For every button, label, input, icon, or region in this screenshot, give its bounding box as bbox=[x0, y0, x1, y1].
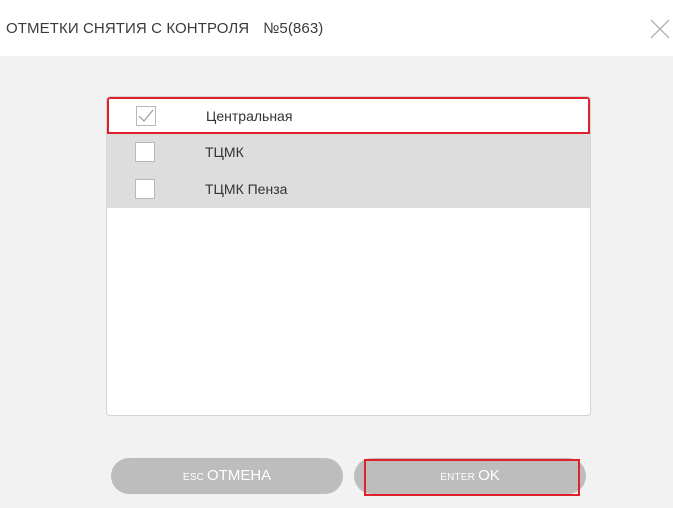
checkbox-checked[interactable] bbox=[136, 106, 156, 126]
list-item-label: ТЦМК Пенза bbox=[205, 181, 288, 197]
station-list: Центральная ТЦМК ТЦМК Пенза bbox=[106, 96, 591, 416]
list-item-label: ТЦМК bbox=[205, 144, 244, 160]
list-item-label: Центральная bbox=[206, 108, 293, 124]
list-item-0[interactable]: Центральная bbox=[107, 97, 590, 134]
ok-button-label: OK bbox=[478, 467, 500, 484]
ok-shortcut-key: ENTER bbox=[440, 472, 476, 483]
checkmark-icon bbox=[138, 109, 154, 122]
close-icon[interactable] bbox=[649, 18, 671, 40]
cancel-shortcut-key: ESC bbox=[182, 472, 204, 483]
dialog-title-text: ОТМЕТКИ СНЯТИЯ С КОНТРОЛЯ bbox=[6, 20, 250, 37]
list-item-1[interactable]: ТЦМК bbox=[107, 134, 590, 171]
cancel-button-label: ОТМЕНА bbox=[207, 467, 272, 484]
cancel-button[interactable]: ESC ОТМЕНА bbox=[111, 458, 343, 494]
checkbox[interactable] bbox=[135, 179, 155, 199]
checkbox[interactable] bbox=[135, 142, 155, 162]
ok-button[interactable]: ENTER OK bbox=[354, 458, 586, 494]
dialog-title: ОТМЕТКИ СНЯТИЯ С КОНТРОЛЯ №5(863) bbox=[6, 20, 323, 37]
list-item-2[interactable]: ТЦМК Пенза bbox=[107, 171, 590, 208]
dialog-header: ОТМЕТКИ СНЯТИЯ С КОНТРОЛЯ №5(863) bbox=[0, 0, 673, 56]
dialog-number: №5(863) bbox=[263, 20, 324, 37]
